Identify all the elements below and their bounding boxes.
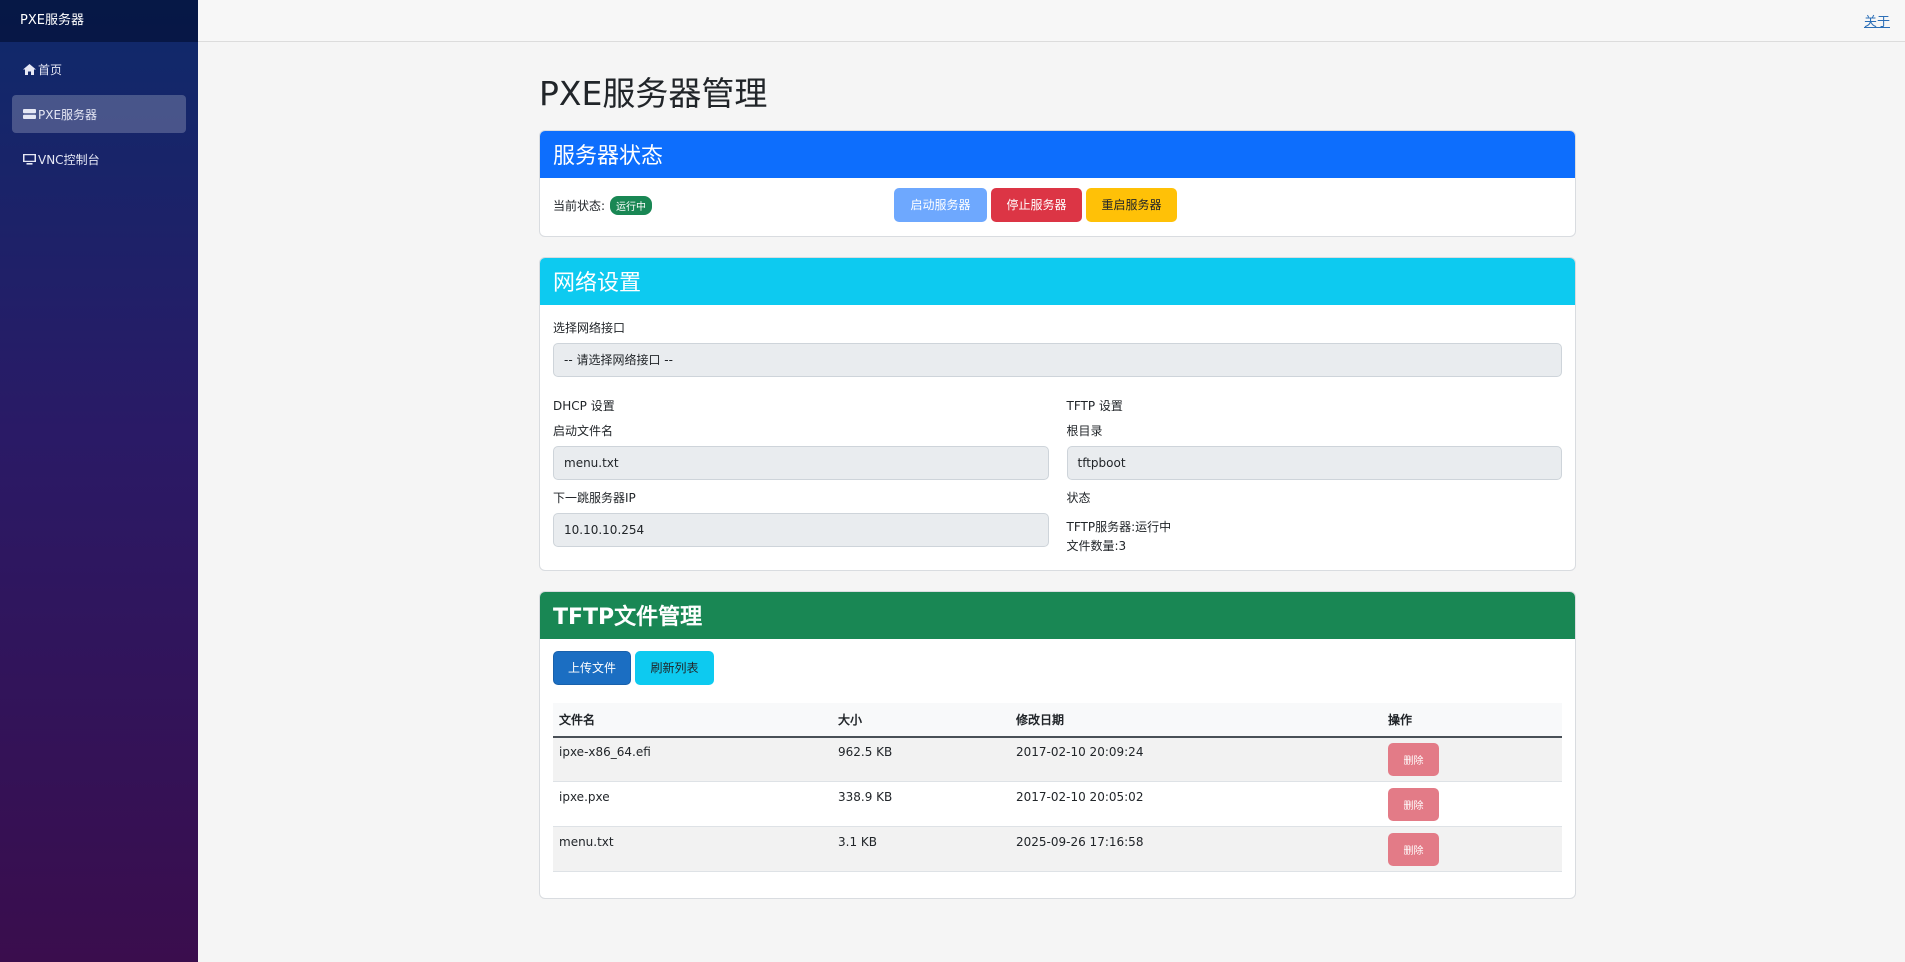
- file-size: 962.5 KB: [838, 745, 893, 760]
- tftp-files-header: TFTP文件管理: [540, 591, 1575, 639]
- file-name: ipxe-x86_64.efi: [559, 745, 651, 760]
- monitor-icon: [23, 153, 37, 165]
- file-date: 2017-02-10 20:09:24: [1016, 745, 1144, 760]
- sidebar-item-label: 首页: [38, 62, 63, 77]
- tftp-title: TFTP 设置: [1066, 398, 1123, 413]
- root-dir-input[interactable]: tftpboot: [1066, 445, 1562, 480]
- bootfile-input[interactable]: menu.txt: [553, 445, 1049, 480]
- sidebar-item-home[interactable]: 首页: [12, 50, 186, 88]
- sidebar-item-vnc-console[interactable]: VNC控制台: [12, 140, 186, 178]
- restart-server-button[interactable]: 重启服务器: [1086, 187, 1177, 222]
- bootfile-label: 启动文件名: [553, 423, 614, 438]
- server-status-header: 服务器状态: [540, 130, 1575, 178]
- sidebar: PXE服务器 首页 PXE服务器 VNC控制台: [0, 0, 198, 962]
- tftp-state-label: 状态: [1066, 490, 1091, 505]
- current-status-label: 当前状态:: [553, 199, 606, 214]
- upload-file-button[interactable]: 上传文件: [553, 650, 631, 685]
- server-icon: [23, 108, 37, 120]
- sidebar-item-pxe-server[interactable]: PXE服务器: [12, 95, 186, 133]
- column-header-actions: 操作: [1382, 702, 1562, 738]
- home-icon: [23, 63, 37, 75]
- file-size: 3.1 KB: [838, 835, 877, 850]
- server-status-card: 服务器状态 当前状态: 运行中 启动服务器 停止服务器 重启服务器: [539, 129, 1576, 237]
- network-settings-header: 网络设置: [540, 257, 1575, 305]
- next-server-label: 下一跳服务器IP: [553, 490, 636, 505]
- dhcp-title: DHCP 设置: [553, 398, 615, 413]
- root-dir-label: 根目录: [1066, 423, 1103, 438]
- tftp-server-status: TFTP服务器:运行中: [1066, 519, 1172, 534]
- file-actions: 上传文件 刷新列表: [553, 650, 1562, 685]
- refresh-list-button[interactable]: 刷新列表: [635, 650, 714, 685]
- delete-button[interactable]: 删除: [1388, 832, 1439, 866]
- next-server-input[interactable]: 10.10.10.254: [553, 512, 1049, 547]
- page-title: PXE服务器管理: [539, 74, 768, 113]
- column-header-date[interactable]: 修改日期: [1010, 702, 1382, 738]
- files-table: 文件名 大小 修改日期 操作 ipxe-x86_64.efi 962.5 KB …: [553, 702, 1562, 873]
- file-date: 2025-09-26 17:16:58: [1016, 835, 1144, 850]
- server-controls: 启动服务器 停止服务器 重启服务器: [894, 187, 1177, 222]
- file-date: 2017-02-10 20:05:02: [1016, 790, 1144, 805]
- about-link[interactable]: 关于: [1864, 11, 1890, 30]
- tftp-status-text: TFTP服务器:运行中 文件数量:3: [1067, 518, 1563, 556]
- delete-button[interactable]: 删除: [1388, 742, 1439, 776]
- column-header-name[interactable]: 文件名: [553, 702, 832, 738]
- sidebar-item-label: VNC控制台: [38, 152, 100, 167]
- main-content: PXE服务器管理 服务器状态 当前状态: 运行中 启动服务器 停止服务器 重启服…: [539, 42, 1576, 900]
- table-row: menu.txt 3.1 KB 2025-09-26 17:16:58 删除: [553, 826, 1562, 873]
- delete-button[interactable]: 删除: [1388, 787, 1439, 821]
- file-name: menu.txt: [559, 835, 614, 850]
- start-server-button[interactable]: 启动服务器: [894, 187, 987, 222]
- network-columns: DHCP 设置 启动文件名 menu.txt 下一跳服务器IP 10.10.10…: [553, 397, 1562, 556]
- file-name: ipxe.pxe: [559, 790, 610, 805]
- sidebar-nav: 首页 PXE服务器 VNC控制台: [0, 42, 198, 178]
- interface-label: 选择网络接口: [553, 320, 626, 335]
- tftp-file-count: 文件数量:3: [1066, 538, 1127, 553]
- column-header-size[interactable]: 大小: [832, 702, 1010, 738]
- status-badge: 运行中: [610, 196, 653, 216]
- status-row: 当前状态: 运行中 启动服务器 停止服务器 重启服务器: [553, 187, 1562, 224]
- sidebar-item-label: PXE服务器: [38, 107, 98, 122]
- table-row: ipxe-x86_64.efi 962.5 KB 2017-02-10 20:0…: [553, 736, 1562, 783]
- table-header-row: 文件名 大小 修改日期 操作: [553, 702, 1562, 738]
- tftp-files-card: TFTP文件管理 上传文件 刷新列表 文件名 大小 修改日期 操作 ipxe-x…: [539, 590, 1576, 900]
- sidebar-brand[interactable]: PXE服务器: [0, 0, 198, 42]
- interface-select[interactable]: -- 请选择网络接口 --: [553, 342, 1562, 377]
- tftp-settings: TFTP 设置 根目录 tftpboot 状态 TFTP服务器:运行中 文件数量…: [1066, 397, 1563, 556]
- top-bar: 关于: [198, 0, 1905, 42]
- dhcp-settings: DHCP 设置 启动文件名 menu.txt 下一跳服务器IP 10.10.10…: [553, 397, 1049, 556]
- stop-server-button[interactable]: 停止服务器: [991, 187, 1082, 222]
- network-settings-card: 网络设置 选择网络接口 -- 请选择网络接口 -- DHCP 设置 启动文件名 …: [539, 256, 1576, 571]
- file-size: 338.9 KB: [838, 790, 893, 805]
- table-row: ipxe.pxe 338.9 KB 2017-02-10 20:05:02 删除: [553, 781, 1562, 828]
